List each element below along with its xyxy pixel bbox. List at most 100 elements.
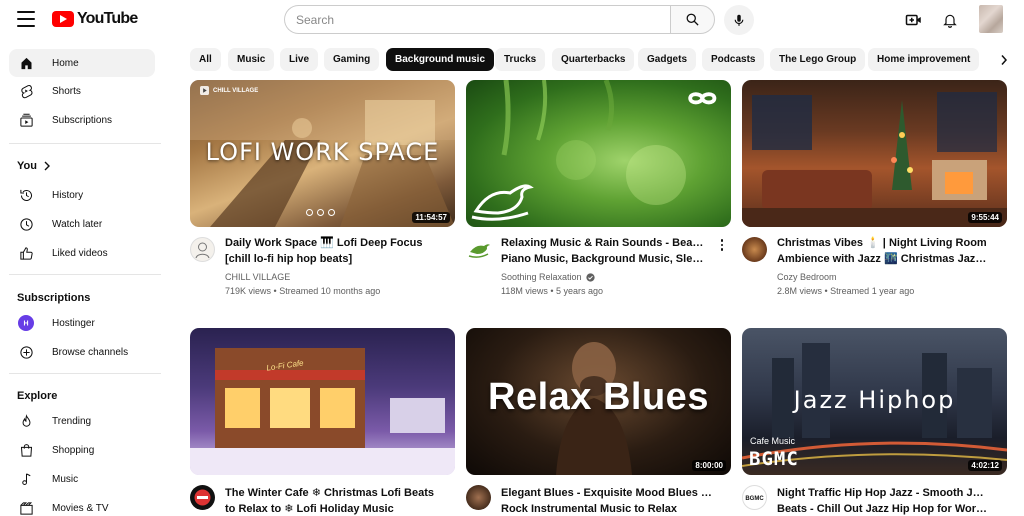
thumbnail-artwork [742,92,1007,227]
view-count: 118M views [501,286,548,296]
sidebar-item-movies-tv[interactable]: Movies & TV [9,494,155,516]
sidebar-you-link[interactable]: You [17,160,51,172]
chip-home-improvement[interactable]: Home improvement [868,48,980,71]
chip-gadgets[interactable]: Gadgets [638,48,697,71]
video-title[interactable]: Night Traffic Hip Hop Jazz - Smooth Jazz… [777,485,989,516]
video-title[interactable]: Relaxing Music & Rain Sounds - Beautiful… [501,235,706,267]
channel-avatar[interactable] [466,237,491,262]
sidebar-item-shorts[interactable]: Shorts [9,77,155,105]
channel-name[interactable]: CHILL VILLAGE [225,272,290,282]
thumbs-up-icon [18,245,34,261]
notifications-button[interactable] [940,10,960,30]
sidebar-divider [9,274,161,275]
video-title[interactable]: Christmas Vibes 🕯️ | Night Living Room A… [777,235,989,267]
video-card[interactable]: CHILL VILLAGE LOFI WORK SPACE 11:54:57 D… [190,80,455,310]
thumbnail-title-text: Relax Blues [488,376,709,418]
video-duration: 4:02:12 [968,460,1002,471]
sidebar-item-subscriptions[interactable]: Subscriptions [9,106,155,134]
search-input[interactable] [284,5,670,34]
sidebar-item-label: Shorts [52,85,81,97]
chip-gaming[interactable]: Gaming [324,48,380,71]
video-title-line: Rock Instrumental Music to Relax [501,503,678,515]
thumbnail-title-text: LOFI WORK SPACE [205,138,440,166]
video-thumbnail[interactable]: 9:55:44 [742,80,1007,227]
svg-text:H: H [23,321,28,328]
youtube-logo[interactable]: YouTube [52,10,138,28]
music-note-icon [18,471,34,487]
channel-name[interactable]: Soothing Relaxation [501,272,595,282]
sidebar-item-label: Watch later [52,218,103,230]
video-card[interactable]: Jazz Hiphop Cafe Music BGMC 4:02:12 BGMC… [742,328,1007,516]
channel-avatar[interactable]: BGMC [742,485,767,510]
video-duration: 8:00:00 [692,460,726,471]
clock-icon [18,216,34,232]
video-thumbnail[interactable]: CHILL VILLAGE LOFI WORK SPACE 11:54:57 [190,80,455,227]
chip-trucks[interactable]: Trucks [495,48,546,71]
thumbnail-dots [306,209,335,216]
chevron-right-icon [1001,55,1008,65]
shorts-icon [18,83,34,99]
channel-name-text: Cozy Bedroom [777,272,837,282]
channel-avatar[interactable] [466,485,491,510]
account-avatar[interactable] [979,5,1003,33]
sidebar-item-history[interactable]: History [9,181,155,209]
chip-background-music[interactable]: Background music [386,48,495,71]
search-button[interactable] [670,5,715,34]
video-card[interactable]: 9:55:44 Christmas Vibes 🕯️ | Night Livin… [742,80,1007,310]
video-title[interactable]: Daily Work Space 🎹 Lofi Deep Focus [chil… [225,235,437,267]
svg-text:BGMC: BGMC [745,496,764,502]
sidebar-item-liked-videos[interactable]: Liked videos [9,239,155,267]
video-meta: 719K views • Streamed 10 months ago [225,286,381,296]
video-title[interactable]: Elegant Blues - Exquisite Mood Blues and… [501,485,713,516]
video-card[interactable]: Relax Blues 8:00:00 Elegant Blues - Exqu… [466,328,731,516]
menu-icon[interactable] [17,11,35,27]
video-card[interactable]: Relaxing Music & Rain Sounds - Beautiful… [466,80,731,310]
sidebar-item-trending[interactable]: Trending [9,407,155,435]
channel-avatar[interactable] [190,237,215,262]
channel-avatar[interactable] [190,485,215,510]
video-title[interactable]: The Winter Cafe ❄ Christmas Lofi Beats t… [225,485,437,516]
chip-all[interactable]: All [190,48,221,71]
chip-podcasts[interactable]: Podcasts [702,48,765,71]
sidebar-item-music[interactable]: Music [9,465,155,493]
bird-logo-icon [471,184,534,221]
shopping-bag-icon [18,442,34,458]
video-duration: 11:54:57 [412,212,450,223]
chip-music[interactable]: Music [228,48,275,71]
explore-heading: Explore [17,390,58,402]
sidebar-item-shopping[interactable]: Shopping [9,436,155,464]
create-button[interactable] [904,10,924,30]
thumbnail-badge: CHILL VILLAGE [200,86,258,95]
chip-live[interactable]: Live [280,48,319,71]
sidebar-item-label: Music [52,473,79,485]
video-thumbnail[interactable]: Jazz Hiphop Cafe Music BGMC 4:02:12 [742,328,1007,475]
chips-next-button[interactable] [994,50,1014,70]
chip-quarterbacks[interactable]: Quarterbacks [552,48,635,71]
channel-avatar[interactable] [742,237,767,262]
voice-search-button[interactable] [724,5,754,35]
sidebar-item-label: Browse channels [52,346,129,358]
chip-the-lego-group[interactable]: The Lego Group [770,48,866,71]
video-title-line: to Relax to ❄ Lofi Holiday Music [225,503,394,515]
sidebar-divider [9,373,161,374]
logo-text: YouTube [77,10,138,27]
history-icon [18,187,34,203]
thumbnail-brand-text: BGMC [749,448,799,470]
sidebar-item-browse-channels[interactable]: Browse channels [9,338,155,366]
thumbnail-title-text: Jazz Hiphop [793,386,956,414]
video-title-line: Beats - Chill Out Jazz Hip Hop for Work … [777,503,989,515]
more-options-button[interactable] [717,237,727,253]
sidebar-item-label: Liked videos [52,247,108,259]
video-thumbnail[interactable]: Relax Blues 8:00:00 [466,328,731,475]
channel-name[interactable]: Cozy Bedroom [777,272,837,282]
video-thumbnail[interactable]: Lo-Fi Cafe [190,328,455,475]
view-count: 719K views [225,286,272,296]
sidebar-item-hostinger[interactable]: H Hostinger [9,309,155,337]
video-thumbnail[interactable] [466,80,731,227]
sidebar-item-home[interactable]: Home [9,49,155,77]
video-title-line: Ambience with Jazz 🌃 Christmas Jazz... [777,253,989,265]
sidebar-item-label: Home [52,57,79,69]
sidebar-item-watch-later[interactable]: Watch later [9,210,155,238]
video-card[interactable]: Lo-Fi Cafe The Winter Cafe ❄ Christmas L… [190,328,455,516]
thumbnail-badge-text: CHILL VILLAGE [213,87,259,94]
